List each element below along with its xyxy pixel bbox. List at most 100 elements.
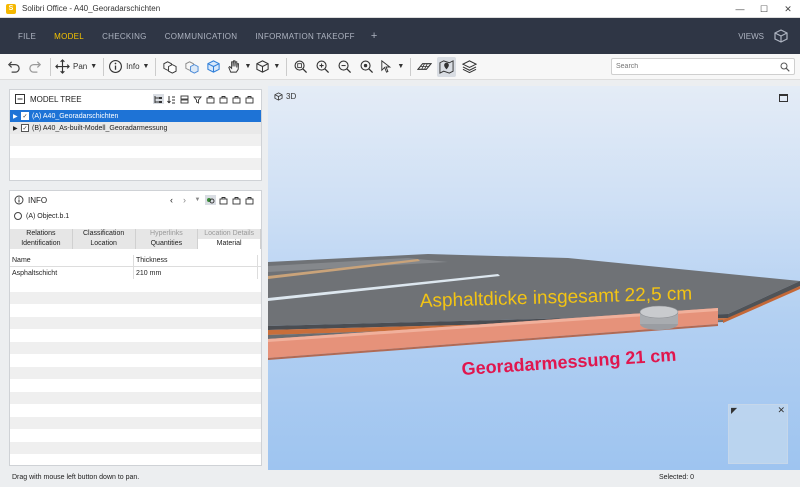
pan-icon — [55, 59, 70, 74]
tab-relations[interactable]: Relations — [10, 229, 73, 239]
undo-icon — [7, 61, 20, 73]
select-objects-button[interactable] — [160, 57, 178, 77]
visibility-checkbox[interactable]: ✓ — [21, 124, 29, 132]
map-view-button[interactable] — [437, 56, 457, 77]
minimize-button[interactable]: — — [728, 0, 752, 18]
history-dropdown[interactable]: ▼ — [192, 195, 203, 205]
tab-identification[interactable]: Identification — [10, 239, 73, 249]
search-box — [611, 58, 795, 75]
collapse-panel-icon[interactable] — [14, 93, 26, 105]
zoom-in-button[interactable] — [313, 57, 331, 77]
selected-object-label: (A) Object.b.1 — [26, 212, 70, 220]
section-tool-dropdown[interactable]: ▼ — [379, 57, 404, 77]
views-cube-icon[interactable] — [774, 29, 788, 43]
link-button[interactable] — [205, 195, 216, 205]
briefcase-icon — [245, 95, 254, 103]
annotation-georadar-measurement: Georadarmessung 21 cm — [461, 345, 677, 379]
briefcase-icon — [232, 95, 241, 103]
core-sample-top — [639, 305, 679, 319]
filter-icon — [193, 96, 202, 104]
toolbar-separator — [286, 57, 288, 76]
info-tools: ‹ › ▼ — [164, 195, 255, 205]
column-header-thickness[interactable]: Thickness — [134, 255, 258, 266]
info-options-button[interactable] — [244, 195, 255, 205]
info-tabs-row-2: Identification Location Quantities Mater… — [10, 239, 261, 249]
tree-sort-button[interactable] — [166, 94, 177, 104]
isolate-button[interactable] — [182, 57, 200, 77]
info-label: Info — [126, 62, 140, 71]
search-icon[interactable] — [780, 62, 790, 72]
tree-item-a40-as-built[interactable]: ▶ ✓ (B) A40_As-built-Modell_Georadarmess… — [10, 122, 261, 134]
window-controls: — ☐ ✕ — [728, 0, 800, 18]
layers-button[interactable] — [460, 57, 478, 77]
info-icon — [14, 195, 24, 205]
visibility-dropdown[interactable]: ▼ — [226, 57, 251, 77]
chevron-down-icon: ▼ — [273, 63, 281, 70]
hand-icon — [228, 60, 240, 73]
close-icon[interactable]: ✕ — [777, 405, 785, 416]
selected-object-row[interactable]: (A) Object.b.1 — [10, 209, 261, 223]
info-save-button[interactable] — [231, 195, 242, 205]
resize-handle-icon[interactable]: ◤ — [731, 406, 737, 415]
tab-hyperlinks[interactable]: Hyperlinks — [135, 229, 199, 239]
tree-filter-button[interactable] — [192, 94, 203, 104]
table-empty-rows — [10, 279, 261, 454]
view-name: 3D — [286, 92, 297, 101]
material-thickness-cell: 210 mm — [134, 267, 258, 279]
tree-item-a40-georadarschichten[interactable]: ▶ ✓ (A) A40_Georadarschichten — [10, 110, 261, 122]
section-cursor-icon — [381, 59, 392, 73]
add-tab-button[interactable]: + — [371, 30, 377, 42]
tab-material[interactable]: Material — [198, 239, 261, 249]
plane-grid-icon — [416, 63, 432, 70]
maximize-view-icon[interactable] — [779, 94, 788, 102]
info-open-button[interactable] — [218, 195, 229, 205]
3d-viewport[interactable]: Asphaltdicke insgesamt 22,5 cm Georadarm… — [268, 86, 800, 470]
tree-group-button[interactable] — [179, 94, 190, 104]
model-tree-tools — [151, 94, 255, 104]
tree-open-button[interactable] — [205, 94, 216, 104]
object-radio-icon — [14, 212, 22, 220]
menu-information-takeoff[interactable]: INFORMATION TAKEOFF — [255, 32, 354, 41]
tab-location-details[interactable]: Location Details — [198, 229, 261, 239]
close-button[interactable]: ✕ — [776, 0, 800, 18]
expand-arrow-icon[interactable]: ▶ — [13, 125, 21, 132]
menu-checking[interactable]: CHECKING — [102, 32, 147, 41]
column-header-name[interactable]: Name — [10, 255, 134, 266]
model-cube-dropdown[interactable]: ▼ — [255, 57, 280, 77]
info-tool-dropdown[interactable]: Info ▼ — [108, 57, 149, 77]
table-row[interactable]: Asphaltschicht 210 mm — [10, 267, 261, 279]
pan-tool-dropdown[interactable]: Pan ▼ — [55, 57, 97, 77]
main-menu-bar: FILE MODEL CHECKING COMMUNICATION INFORM… — [0, 18, 800, 54]
title-bar: S Solibri Office - A40_Georadarschichten… — [0, 0, 800, 18]
navigation-cube-widget[interactable]: ◤ ✕ — [728, 404, 788, 464]
undo-button[interactable] — [4, 57, 22, 77]
info-icon — [109, 60, 123, 73]
menu-file[interactable]: FILE — [18, 32, 36, 41]
tree-save-button[interactable] — [218, 94, 229, 104]
tree-options-button[interactable] — [244, 94, 255, 104]
visibility-checkbox[interactable]: ✓ — [21, 112, 29, 120]
zoom-selected-button[interactable] — [357, 57, 375, 77]
tab-classification[interactable]: Classification — [72, 229, 136, 239]
menu-communication[interactable]: COMMUNICATION — [165, 32, 238, 41]
views-menu[interactable]: VIEWS — [738, 32, 764, 41]
slab-view-button[interactable] — [415, 57, 433, 77]
menu-model[interactable]: MODEL — [54, 32, 84, 41]
search-input[interactable] — [616, 63, 776, 70]
forward-button[interactable]: › — [179, 195, 190, 205]
tree-hierarchy-button[interactable] — [153, 94, 164, 104]
tab-quantities[interactable]: Quantities — [135, 239, 199, 249]
show-selected-button[interactable] — [204, 57, 222, 77]
expand-arrow-icon[interactable]: ▶ — [13, 113, 21, 120]
zoom-fit-button[interactable] — [291, 57, 309, 77]
group-icon — [180, 95, 189, 103]
back-button[interactable]: ‹ — [166, 195, 177, 205]
tab-location[interactable]: Location — [72, 239, 136, 249]
redo-button[interactable] — [26, 57, 44, 77]
info-tabs-row-1: Relations Classification Hyperlinks Loca… — [10, 229, 261, 239]
3d-scene[interactable]: Asphaltdicke insgesamt 22,5 cm Georadarm… — [268, 86, 800, 470]
maximize-button[interactable]: ☐ — [752, 0, 776, 18]
zoom-out-button[interactable] — [335, 57, 353, 77]
sort-icon — [167, 95, 175, 103]
tree-export-button[interactable] — [231, 94, 242, 104]
